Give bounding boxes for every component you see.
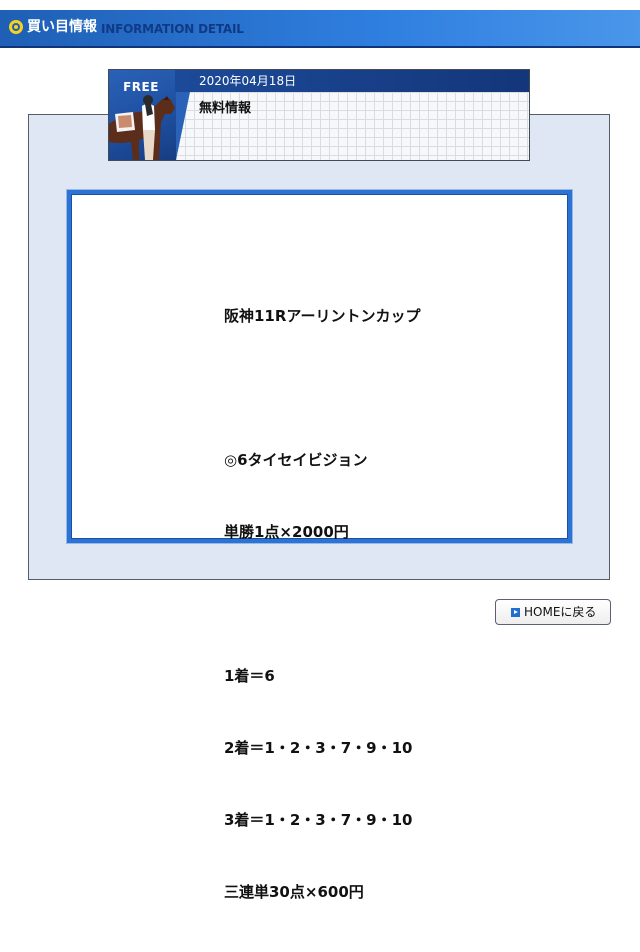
target-circle-icon bbox=[9, 20, 23, 34]
section-subtitle: INFORMATION DETAIL bbox=[101, 22, 244, 36]
content-line bbox=[224, 592, 421, 616]
content-line: 単勝1点×2000円 bbox=[224, 523, 349, 541]
home-button-label: HOMEに戻る bbox=[524, 605, 597, 619]
content-line bbox=[224, 376, 421, 400]
play-arrow-icon bbox=[511, 608, 520, 617]
card-divider-bottom bbox=[176, 92, 190, 160]
content-line: 三連単30点×600円 bbox=[224, 883, 364, 901]
content-line: 2着＝1・2・3・7・9・10 bbox=[224, 739, 413, 757]
content-line: 阪神11Rアーリントンカップ bbox=[224, 307, 421, 325]
content-box: 阪神11Rアーリントンカップ ◎6タイセイビジョン 単勝1点×2000円 1着＝… bbox=[67, 190, 572, 901]
jockey-with-horse-illustration bbox=[109, 95, 175, 160]
card-badge-area: FREE bbox=[109, 70, 176, 160]
section-title: 買い目情報 bbox=[27, 19, 97, 35]
info-card: FREE 2020年04月18日 無料情報 bbox=[108, 69, 530, 161]
content-line: 1着＝6 bbox=[224, 667, 275, 685]
content-line: ◎6タイセイビジョン bbox=[224, 451, 368, 469]
section-header: 買い目情報 INFORMATION DETAIL bbox=[0, 10, 640, 48]
card-label: 無料情報 bbox=[199, 101, 252, 116]
card-date: 2020年04月18日 bbox=[199, 74, 297, 88]
content-line: 3着＝1・2・3・7・9・10 bbox=[224, 811, 413, 829]
card-divider-top bbox=[175, 70, 189, 92]
betting-info-text: 阪神11Rアーリントンカップ ◎6タイセイビジョン 単勝1点×2000円 1着＝… bbox=[224, 256, 421, 952]
home-button[interactable]: HOMEに戻る bbox=[495, 599, 611, 625]
